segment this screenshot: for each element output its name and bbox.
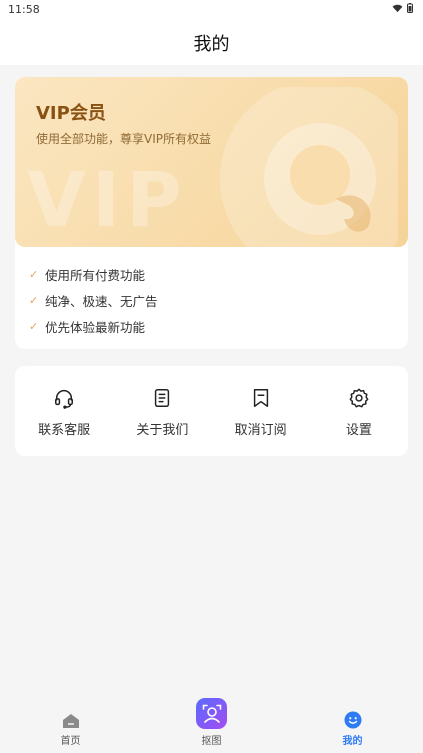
page-title: 我的: [193, 33, 230, 55]
wifi-icon: [392, 4, 403, 12]
vip-watermark: VIP: [27, 155, 188, 244]
settings-button[interactable]: 设置: [310, 366, 408, 456]
about-us-button[interactable]: 关于我们: [113, 366, 211, 456]
tab-mine[interactable]: 我的: [282, 697, 423, 753]
bookmark-icon: [253, 389, 268, 407]
check-icon: ✓: [29, 267, 39, 281]
bottom-tab-bar: 首页 抠图 我的: [0, 697, 423, 753]
tab-home[interactable]: 首页: [0, 697, 141, 753]
contact-support-label: 联系客服: [38, 423, 91, 438]
settings-label: 设置: [345, 423, 372, 438]
headset-icon: [55, 390, 74, 409]
benefit-item: ✓ 使用所有付费功能: [29, 261, 158, 287]
smiley-icon: [344, 711, 361, 729]
cutout-icon: [196, 698, 227, 729]
check-icon: ✓: [29, 319, 39, 333]
status-bar: 11:58: [0, 0, 423, 20]
tab-home-label: 首页: [60, 736, 81, 747]
vip-banner[interactable]: VIP VIP会员 使用全部功能，尊享VIP所有权益: [15, 77, 408, 247]
vip-subtitle: 使用全部功能，尊享VIP所有权益: [36, 132, 211, 146]
home-icon: [62, 714, 79, 728]
about-us-label: 关于我们: [136, 423, 189, 438]
gear-icon: [349, 388, 369, 408]
status-icons: [392, 3, 413, 13]
benefit-item: ✓ 纯净、极速、无广告: [29, 287, 158, 313]
vip-benefits-list: ✓ 使用所有付费功能 ✓ 纯净、极速、无广告 ✓ 优先体验最新功能: [29, 261, 158, 339]
status-time: 11:58: [8, 3, 40, 16]
contact-support-button[interactable]: 联系客服: [15, 366, 113, 456]
cancel-subscription-label: 取消订阅: [234, 423, 287, 438]
vip-card[interactable]: VIP VIP会员 使用全部功能，尊享VIP所有权益 ✓ 使用所有付费功能 ✓ …: [15, 77, 408, 349]
tab-cutout[interactable]: 抠图: [141, 697, 282, 753]
battery-icon: [407, 3, 413, 13]
benefit-label: 纯净、极速、无广告: [45, 293, 158, 309]
vip-title: VIP会员: [36, 103, 106, 124]
vip-q-emblem-icon: [220, 87, 398, 247]
benefit-label: 优先体验最新功能: [45, 319, 146, 335]
services-panel: 联系客服 关于我们 取消订阅 设置: [15, 366, 408, 456]
page-header: 我的: [0, 20, 423, 65]
tab-mine-label: 我的: [342, 736, 363, 747]
check-icon: ✓: [29, 293, 39, 307]
tab-cutout-label: 抠图: [201, 736, 222, 747]
benefit-item: ✓ 优先体验最新功能: [29, 313, 158, 339]
benefit-label: 使用所有付费功能: [45, 267, 146, 283]
document-icon: [155, 389, 170, 407]
cancel-subscription-button[interactable]: 取消订阅: [212, 366, 310, 456]
